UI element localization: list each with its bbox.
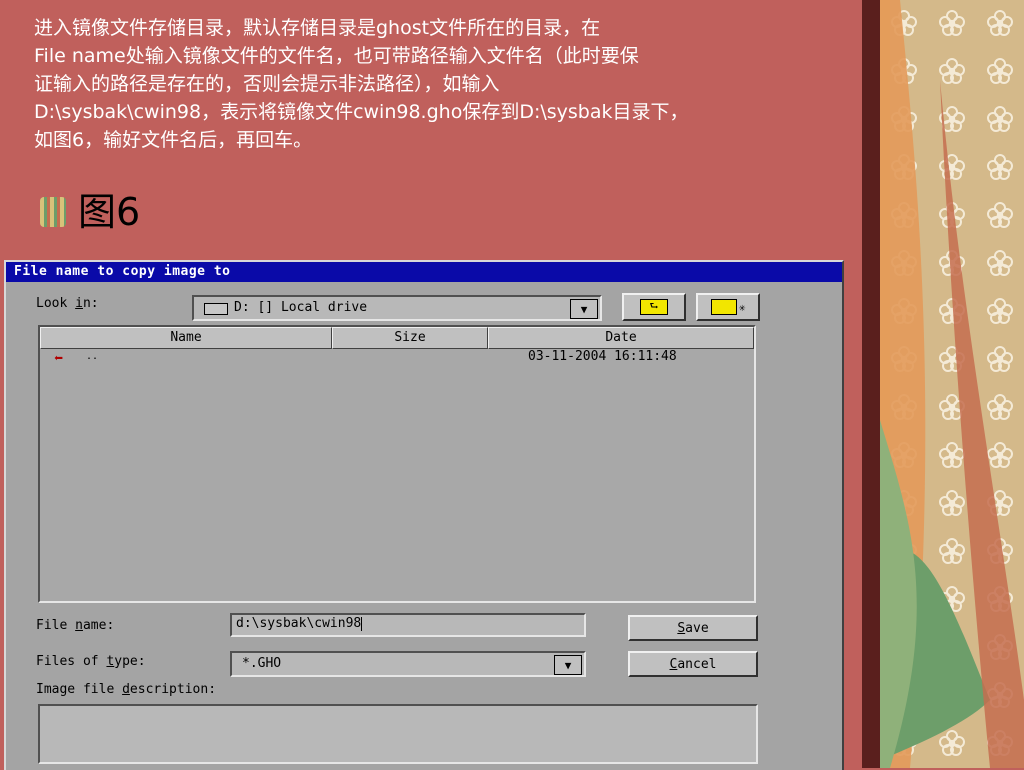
look-in-label-prefix: Look bbox=[36, 296, 76, 311]
figure-caption: 图6 bbox=[40, 188, 140, 236]
up-one-level-button[interactable]: ⮑ bbox=[622, 293, 686, 321]
figure-label: 图6 bbox=[78, 190, 141, 234]
save-image-dialog: File name to copy image to Look in: D: [… bbox=[4, 260, 844, 770]
cancel-button[interactable]: Cancel bbox=[628, 651, 758, 677]
decorative-flower-svg bbox=[880, 0, 1024, 768]
look-in-label: Look in: bbox=[36, 296, 99, 311]
save-button-label: ave bbox=[685, 620, 709, 636]
slide-paragraph: 进入镜像文件存储目录，默认存储目录是ghost文件所在的目录，在 File na… bbox=[34, 14, 864, 154]
row-date: 03-11-2004 16:11:48 bbox=[528, 349, 677, 364]
new-folder-icon bbox=[710, 299, 737, 315]
paragraph-line-2: File name处输入镜像文件的文件名，也可带路径输入文件名（此时要保 bbox=[34, 45, 639, 67]
save-button[interactable]: Save bbox=[628, 615, 758, 641]
column-size[interactable]: Size bbox=[332, 327, 488, 349]
image-description-label-suffix: escription: bbox=[129, 682, 217, 697]
file-list-row[interactable]: ⬅ .. 03-11-2004 16:11:48 bbox=[40, 349, 754, 369]
cancel-button-accel: C bbox=[669, 656, 678, 672]
look-in-label-accel: i bbox=[75, 296, 83, 311]
column-name[interactable]: Name bbox=[40, 327, 332, 349]
file-list-header: Name Size Date bbox=[40, 327, 754, 349]
up-folder-icon: ⮑ bbox=[640, 299, 668, 315]
look-in-label-suffix: n: bbox=[82, 296, 99, 311]
decorative-flower-panel bbox=[880, 0, 1024, 768]
paragraph-line-4: D:\sysbak\cwin98，表示将镜像文件cwin98.gho保存到D:\… bbox=[34, 101, 689, 123]
save-button-accel: S bbox=[677, 620, 686, 636]
create-new-folder-button[interactable]: ✳ bbox=[696, 293, 760, 321]
look-in-dropdown-arrow[interactable]: ▼ bbox=[570, 299, 598, 319]
file-name-label: File name: bbox=[36, 618, 114, 633]
bullet-icon bbox=[40, 197, 66, 227]
column-date[interactable]: Date bbox=[488, 327, 754, 349]
file-name-label-accel: n bbox=[75, 618, 83, 633]
file-name-label-suffix: ame: bbox=[82, 618, 115, 633]
image-description-label-accel: d bbox=[122, 682, 130, 697]
parent-directory-icon: ⬅ bbox=[54, 349, 64, 367]
drive-icon bbox=[204, 303, 228, 315]
file-list[interactable]: Name Size Date ⬅ .. 03-11-2004 16:11:48 bbox=[38, 325, 756, 603]
file-name-label-prefix: File bbox=[36, 618, 76, 633]
text-cursor bbox=[361, 616, 363, 631]
dialog-title: File name to copy image to bbox=[6, 262, 842, 282]
image-description-label-prefix: Image file bbox=[36, 682, 123, 697]
file-name-input[interactable]: d:\sysbak\cwin98 bbox=[230, 613, 586, 637]
decorative-border bbox=[862, 0, 880, 768]
row-name: .. bbox=[86, 351, 99, 362]
files-of-type-label-prefix: Files of bbox=[36, 654, 107, 669]
files-of-type-value: *.GHO bbox=[242, 656, 282, 671]
sparkle-icon: ✳ bbox=[738, 300, 746, 314]
paragraph-line-3: 证输入的路径是存在的，否则会提示非法路径），如输入 bbox=[34, 73, 500, 95]
paragraph-line-5: 如图6，输好文件名后，再回车。 bbox=[34, 129, 313, 151]
file-name-value: d:\sysbak\cwin98 bbox=[236, 616, 362, 631]
look-in-dropdown[interactable]: D: [] Local drive ▼ bbox=[192, 295, 602, 321]
image-description-label: Image file description: bbox=[36, 682, 216, 697]
files-of-type-dropdown[interactable]: *.GHO ▼ bbox=[230, 651, 586, 677]
files-of-type-label: Files of type: bbox=[36, 654, 146, 669]
files-of-type-dropdown-arrow[interactable]: ▼ bbox=[554, 655, 582, 675]
files-of-type-label-suffix: ype: bbox=[114, 654, 146, 669]
cancel-button-label: ancel bbox=[677, 656, 717, 672]
paragraph-line-1: 进入镜像文件存储目录，默认存储目录是ghost文件所在的目录，在 bbox=[34, 17, 601, 39]
look-in-value: D: [] Local drive bbox=[234, 300, 368, 315]
image-description-input[interactable] bbox=[38, 704, 758, 764]
